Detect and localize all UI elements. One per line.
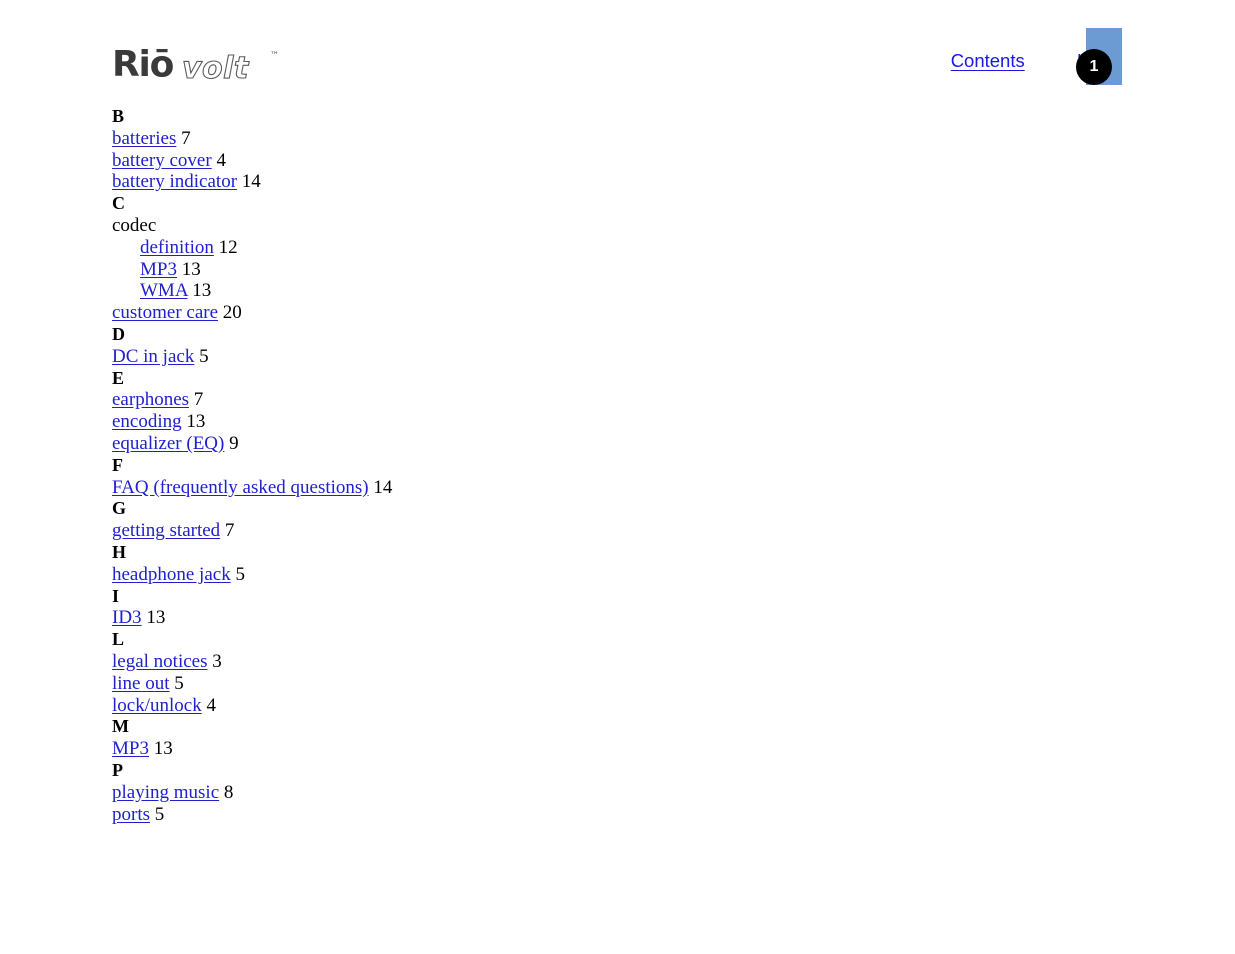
index-section-heading: F xyxy=(112,454,123,475)
index-section-heading: C xyxy=(112,193,125,214)
index-entry: batteries 7 xyxy=(112,128,1112,150)
index-entry: headphone jack 5 xyxy=(112,564,1112,586)
index-entry-link[interactable]: getting started xyxy=(112,520,220,541)
index-entry: legal notices 3 xyxy=(112,651,1112,673)
index-entry-link[interactable]: battery cover xyxy=(112,150,212,171)
index-entry-link[interactable]: battery indicator xyxy=(112,171,237,192)
index-entry-link[interactable]: equalizer (EQ) xyxy=(112,433,224,454)
index-entry: line out 5 xyxy=(112,673,1112,695)
index-entry: playing music 8 xyxy=(112,782,1112,804)
index-subentry: MP3 13 xyxy=(112,259,1112,281)
index-entry: DC in jack 5 xyxy=(112,346,1112,368)
index-entry-link[interactable]: ports xyxy=(112,804,150,825)
index-section-heading: D xyxy=(112,323,125,344)
index-entry-link[interactable]: definition xyxy=(140,237,214,258)
index-entry-link[interactable]: playing music xyxy=(112,782,219,803)
index-entry-page-number: 7 xyxy=(181,127,191,149)
page-number-badge: 1 xyxy=(1076,49,1112,85)
index-section-heading: B xyxy=(112,106,125,126)
page-header: Riō volt ™ Contents Index 1 xyxy=(0,0,1235,100)
index-entry-page-number: 14 xyxy=(241,171,261,193)
logo-trademark-icon: ™ xyxy=(270,51,279,61)
index-entry: equalizer (EQ) 9 xyxy=(112,433,1112,455)
index-entry-page-number: 7 xyxy=(193,389,204,411)
index-entry-group-label: codec xyxy=(112,215,1112,237)
index-entry-link[interactable]: WMA xyxy=(140,280,188,301)
index-subentry: WMA 13 xyxy=(112,280,1112,302)
index-entry-page-number: 5 xyxy=(174,672,184,694)
index-entry-link[interactable]: MP3 xyxy=(140,259,177,280)
index-entry-page-number: 13 xyxy=(146,607,166,629)
index-entry-link[interactable]: customer care xyxy=(112,302,218,323)
riovolt-logo: Riō volt ™ xyxy=(112,44,279,87)
index-entry-page-number: 20 xyxy=(222,302,242,324)
index-entry-link[interactable]: DC in jack xyxy=(112,346,194,367)
index-section-heading: H xyxy=(112,541,127,562)
index-entry: encoding 13 xyxy=(112,411,1112,433)
index-entry: ID3 13 xyxy=(112,607,1112,629)
index-entry-page-number: 4 xyxy=(206,694,216,716)
index-entry-page-number: 14 xyxy=(373,476,393,498)
index-entry-page-number: 8 xyxy=(223,781,234,803)
index-section-heading: L xyxy=(112,629,125,650)
index-entry-link[interactable]: ID3 xyxy=(112,607,142,628)
index-entry-link[interactable]: MP3 xyxy=(112,738,149,759)
index-entry: battery indicator 14 xyxy=(112,171,1112,193)
index-entry-link[interactable]: line out xyxy=(112,673,170,694)
logo-primary-text: Riō xyxy=(112,44,174,85)
index-entry-page-number: 7 xyxy=(224,520,235,542)
index-section-heading: G xyxy=(112,498,127,519)
index-entry: ports 5 xyxy=(112,804,1112,826)
index-entry: earphones 7 xyxy=(112,389,1112,411)
index-entry: FAQ (frequently asked questions) 14 xyxy=(112,477,1112,499)
index-subentry: definition 12 xyxy=(112,237,1112,259)
index-entry-link[interactable]: encoding xyxy=(112,411,182,432)
index-entry: lock/unlock 4 xyxy=(112,695,1112,717)
logo-secondary-text: volt xyxy=(182,51,250,86)
index-entry-page-number: 4 xyxy=(216,149,226,171)
index-entry-page-number: 5 xyxy=(235,563,245,585)
index-entry-page-number: 13 xyxy=(153,738,173,760)
index-entry-page-number: 5 xyxy=(199,345,209,367)
index-entry-link[interactable]: headphone jack xyxy=(112,564,231,585)
index-entry: getting started 7 xyxy=(112,520,1112,542)
index-section-heading: P xyxy=(112,759,123,780)
index-entry: customer care 20 xyxy=(112,302,1112,324)
index-section-heading: I xyxy=(112,585,120,606)
index-entry-link[interactable]: FAQ (frequently asked questions) xyxy=(112,477,369,498)
index-entry-text: codec xyxy=(112,214,157,236)
index-entry-page-number: 5 xyxy=(154,803,165,825)
index-entry-page-number: 13 xyxy=(181,258,201,280)
index-entry-page-number: 12 xyxy=(218,236,238,258)
index-entry: battery cover 4 xyxy=(112,150,1112,172)
nav-link-contents[interactable]: Contents xyxy=(951,51,1025,71)
index-list: Bbatteries 7 battery cover 4 battery indic… xyxy=(112,106,1112,825)
index-entry-link[interactable]: earphones xyxy=(112,389,189,410)
index-entry-page-number: 3 xyxy=(212,650,222,672)
index-entry-page-number: 13 xyxy=(186,411,206,433)
index-entry: MP3 13 xyxy=(112,738,1112,760)
index-entry-page-number: 9 xyxy=(229,432,239,454)
index-entry-link[interactable]: legal notices xyxy=(112,651,208,672)
index-entry-link[interactable]: batteries xyxy=(112,128,176,149)
index-section-heading: E xyxy=(112,367,125,388)
index-entry-page-number: 13 xyxy=(192,280,212,302)
index-entry-link[interactable]: lock/unlock xyxy=(112,695,202,716)
index-section-heading: M xyxy=(112,716,129,737)
